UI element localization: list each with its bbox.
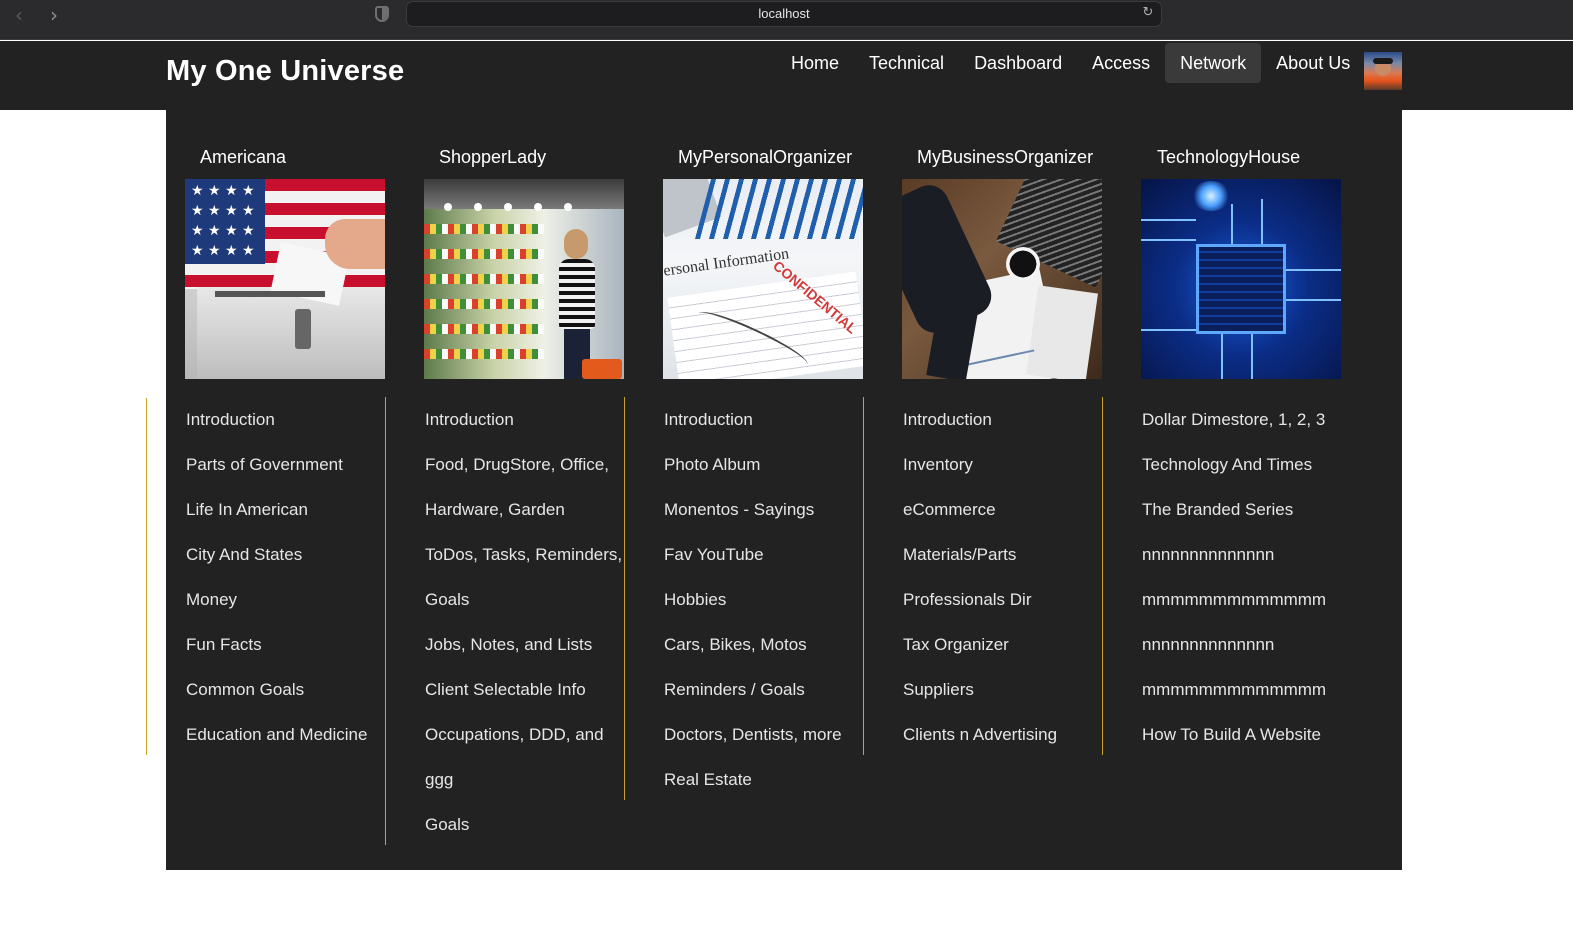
menu-link[interactable]: Goals xyxy=(425,577,622,622)
menu-link[interactable]: Food, DrugStore, Office, xyxy=(425,442,622,487)
menu-link[interactable]: Clients n Advertising xyxy=(903,712,1057,757)
menu-link[interactable]: Introduction xyxy=(186,397,367,442)
column-title[interactable]: TechnologyHouse xyxy=(1157,147,1300,168)
image-caption: ersonal Information xyxy=(663,245,791,280)
menu-link[interactable]: How To Build A Website xyxy=(1142,712,1326,757)
menu-link[interactable]: mmmmmmmmmmmmm xyxy=(1142,577,1326,622)
menu-link[interactable]: Materials/Parts xyxy=(903,532,1057,577)
column-links: Dollar Dimestore, 1, 2, 3 Technology And… xyxy=(1142,397,1326,757)
column-title[interactable]: MyPersonalOrganizer xyxy=(678,147,852,168)
menu-link[interactable]: Introduction xyxy=(664,397,842,442)
nav-home[interactable]: Home xyxy=(776,43,854,83)
address-bar-text: localhost xyxy=(758,6,810,21)
main-nav: Home Technical Dashboard Access Network … xyxy=(776,43,1365,83)
nav-dashboard[interactable]: Dashboard xyxy=(959,43,1077,83)
forward-arrow-icon[interactable]: › xyxy=(45,5,63,25)
browser-toolbar: ‹ › localhost ↻ xyxy=(0,0,1573,40)
menu-link[interactable]: ToDos, Tasks, Reminders, xyxy=(425,532,622,577)
column-divider xyxy=(863,397,864,755)
menu-link[interactable]: mmmmmmmmmmmmm xyxy=(1142,667,1326,712)
nav-network[interactable]: Network xyxy=(1165,43,1262,83)
menu-link[interactable]: Hobbies xyxy=(664,577,842,622)
nav-about-us[interactable]: About Us xyxy=(1261,43,1365,83)
menu-link[interactable]: Life In American xyxy=(186,487,367,532)
network-mega-menu: Americana ★ ★ ★ ★ ★ ★ ★ ★ ★ ★ ★ ★ ★ ★ ★ … xyxy=(166,110,1402,870)
menu-link[interactable]: Professionals Dir xyxy=(903,577,1057,622)
menu-link[interactable]: Occupations, DDD, and xyxy=(425,712,622,757)
column-links: Introduction Food, DrugStore, Office, Ha… xyxy=(425,397,622,847)
ballot-box-flag-image[interactable]: ★ ★ ★ ★ ★ ★ ★ ★ ★ ★ ★ ★ ★ ★ ★ ★ xyxy=(185,179,385,379)
site-header: My One Universe Home Technical Dashboard… xyxy=(0,41,1573,110)
menu-link[interactable]: ggg xyxy=(425,757,622,802)
menu-link[interactable]: Fun Facts xyxy=(186,622,367,667)
column-divider xyxy=(624,397,625,800)
menu-link[interactable]: Jobs, Notes, and Lists xyxy=(425,622,622,667)
menu-link[interactable]: Fav YouTube xyxy=(664,532,842,577)
menu-link[interactable]: Cars, Bikes, Motos xyxy=(664,622,842,667)
menu-link[interactable]: Parts of Government xyxy=(186,442,367,487)
menu-link[interactable]: Goals xyxy=(425,802,622,847)
menu-link[interactable]: Introduction xyxy=(425,397,622,442)
menu-link[interactable]: Money xyxy=(186,577,367,622)
menu-link[interactable]: Dollar Dimestore, 1, 2, 3 xyxy=(1142,397,1326,442)
column-title[interactable]: ShopperLady xyxy=(439,147,546,168)
left-divider xyxy=(146,398,147,755)
menu-link[interactable]: Inventory xyxy=(903,442,1057,487)
nav-access[interactable]: Access xyxy=(1077,43,1165,83)
menu-link[interactable]: nnnnnnnnnnnnnn xyxy=(1142,532,1326,577)
menu-link[interactable]: Doctors, Dentists, more xyxy=(664,712,842,757)
menu-link[interactable]: Photo Album xyxy=(664,442,842,487)
site-brand[interactable]: My One Universe xyxy=(166,55,404,88)
menu-link[interactable]: The Branded Series xyxy=(1142,487,1326,532)
column-divider xyxy=(1102,397,1103,755)
reload-icon[interactable]: ↻ xyxy=(1141,6,1155,20)
menu-link[interactable]: Suppliers xyxy=(903,667,1057,712)
user-avatar[interactable] xyxy=(1364,52,1402,90)
menu-link[interactable]: Real Estate xyxy=(664,757,842,802)
menu-link[interactable]: Education and Medicine xyxy=(186,712,367,757)
menu-link[interactable]: Monentos - Sayings xyxy=(664,487,842,532)
menu-link[interactable]: Tax Organizer xyxy=(903,622,1057,667)
menu-link[interactable]: eCommerce xyxy=(903,487,1057,532)
business-desk-image[interactable] xyxy=(902,179,1102,379)
grocery-shopper-image[interactable] xyxy=(424,179,624,379)
menu-link[interactable]: Reminders / Goals xyxy=(664,667,842,712)
personal-information-form-image[interactable]: ersonal Information CONFIDENTIAL xyxy=(663,179,863,379)
menu-link[interactable]: Hardware, Garden xyxy=(425,487,622,532)
menu-link[interactable]: Common Goals xyxy=(186,667,367,712)
address-bar[interactable]: localhost ↻ xyxy=(406,1,1162,27)
menu-link[interactable]: City And States xyxy=(186,532,367,577)
column-divider xyxy=(385,397,386,845)
column-links: Introduction Parts of Government Life In… xyxy=(186,397,367,757)
column-title[interactable]: Americana xyxy=(200,147,286,168)
menu-link[interactable]: nnnnnnnnnnnnnn xyxy=(1142,622,1326,667)
column-links: Introduction Photo Album Monentos - Sayi… xyxy=(664,397,842,802)
menu-link[interactable]: Technology And Times xyxy=(1142,442,1326,487)
menu-link[interactable]: Client Selectable Info xyxy=(425,667,622,712)
menu-link[interactable]: Introduction xyxy=(903,397,1057,442)
column-links: Introduction Inventory eCommerce Materia… xyxy=(903,397,1057,757)
column-title[interactable]: MyBusinessOrganizer xyxy=(917,147,1093,168)
back-arrow-icon[interactable]: ‹ xyxy=(10,5,28,25)
privacy-shield-icon[interactable] xyxy=(375,6,389,22)
circuit-board-image[interactable] xyxy=(1141,179,1341,379)
nav-technical[interactable]: Technical xyxy=(854,43,959,83)
